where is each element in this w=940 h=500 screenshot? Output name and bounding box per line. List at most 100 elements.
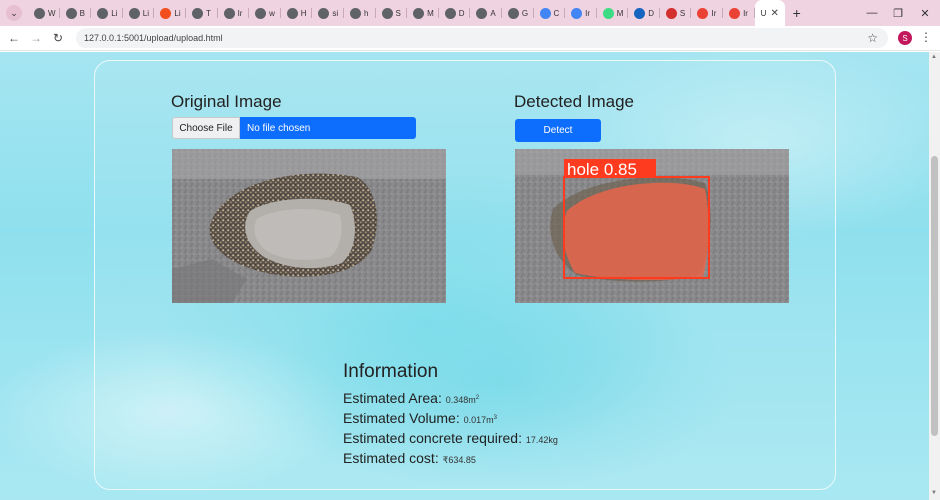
tab-label: h: [363, 8, 369, 18]
globe-icon: [507, 7, 519, 19]
scroll-up-icon[interactable]: ▲: [931, 54, 937, 60]
estimated-cost-row: Estimated cost: ₹634.85: [343, 449, 703, 469]
browser-tab[interactable]: G: [502, 0, 534, 26]
globe-icon: [255, 7, 267, 19]
address-bar[interactable]: ⓘ 127.0.0.1:5001/upload/upload.html ☆: [76, 28, 888, 340]
browser-tab[interactable]: M: [597, 0, 629, 26]
tab-label: S: [395, 8, 401, 18]
browser-toolbar: ← → ↻ ⓘ 127.0.0.1:5001/upload/upload.htm…: [0, 26, 940, 340]
record-icon: [665, 7, 677, 19]
choose-file-button[interactable]: Choose File: [172, 117, 240, 139]
tab-search-icon[interactable]: ⌄: [6, 5, 22, 21]
browser-tab[interactable]: h: [344, 0, 376, 26]
browser-tab[interactable]: W: [28, 0, 60, 26]
tab-label: Ir: [711, 8, 717, 18]
new-tab-icon[interactable]: +: [793, 5, 801, 21]
tab-label: Li: [142, 8, 150, 18]
globe-icon: [65, 7, 77, 19]
url-text: 127.0.0.1:5001/upload/upload.html: [84, 33, 223, 43]
tab-label: C: [553, 8, 560, 18]
window-close-icon[interactable]: ✕: [911, 0, 939, 26]
bookmark-star-icon[interactable]: ☆: [867, 31, 878, 45]
globe-icon: [97, 7, 109, 19]
browser-tab[interactable]: C: [534, 0, 566, 26]
detect-button[interactable]: Detect: [515, 119, 601, 142]
estimated-cost-label: Estimated cost:: [343, 450, 439, 466]
forward-icon[interactable]: →: [25, 27, 47, 49]
back-icon[interactable]: ←: [3, 27, 25, 49]
estimated-area-value: 0.348m2: [445, 395, 480, 405]
tab-label: G: [521, 8, 529, 18]
estimated-concrete-row: Estimated concrete required: 17.42kg: [343, 429, 703, 449]
globe-icon: [349, 7, 361, 19]
estimated-cost-value: ₹634.85: [442, 455, 476, 465]
estimated-volume-row: Estimated Volume: 0.017m3: [343, 409, 703, 429]
file-input[interactable]: Choose File No file chosen: [172, 117, 416, 139]
globe-icon: [318, 7, 330, 19]
browser-tab[interactable]: B: [60, 0, 92, 26]
gmail-icon: [697, 7, 709, 19]
figma-icon: [160, 7, 172, 19]
scroll-thumb[interactable]: [931, 156, 938, 436]
browser-tab[interactable]: Ir: [723, 0, 755, 26]
globe-icon: [476, 7, 488, 19]
file-status-text: No file chosen: [240, 117, 416, 139]
menu-kebab-icon[interactable]: ⋮: [920, 30, 932, 44]
browser-tab[interactable]: T: [186, 0, 218, 26]
tab-label: Li: [174, 8, 181, 18]
tab-label: U: [760, 8, 767, 18]
browser-tab[interactable]: Li: [154, 0, 186, 26]
page-viewport: Original Image Detected Image Choose Fil…: [0, 52, 929, 500]
tab-label: D: [648, 8, 655, 18]
gmail-icon: [729, 7, 741, 19]
globe-icon: [381, 7, 393, 19]
browser-tab[interactable]: Li: [91, 0, 123, 26]
browser-tab[interactable]: Li: [123, 0, 155, 26]
browser-tab[interactable]: Ir: [691, 0, 723, 26]
browser-tab[interactable]: S: [660, 0, 692, 26]
browser-tab[interactable]: A: [470, 0, 502, 26]
browser-tab[interactable]: D: [439, 0, 471, 26]
tab-label: A: [490, 8, 496, 18]
page-scrollbar[interactable]: ▲ ▼: [929, 52, 940, 500]
scroll-down-icon[interactable]: ▼: [931, 490, 937, 496]
tab-label: S: [679, 8, 686, 18]
profile-avatar[interactable]: S: [898, 31, 912, 45]
globe-icon: [413, 7, 425, 19]
tab-close-icon[interactable]: ✕: [770, 8, 778, 19]
reload-icon[interactable]: ↻: [47, 27, 69, 49]
browser-tab[interactable]: Ir: [565, 0, 597, 26]
detected-pothole-image: hole 0.85: [515, 149, 789, 303]
browser-tab[interactable]: M: [407, 0, 439, 26]
android-icon: [602, 7, 614, 19]
tab-label: M: [616, 8, 624, 18]
restore-icon[interactable]: ❐: [884, 0, 912, 26]
estimated-volume-label: Estimated Volume:: [343, 410, 460, 426]
browser-tab[interactable]: S: [376, 0, 408, 26]
information-heading: Information: [343, 361, 439, 382]
content-card: Original Image Detected Image Choose Fil…: [94, 60, 836, 490]
globe-icon: [286, 7, 298, 19]
information-section: Information Estimated Area: 0.348m2 Esti…: [343, 361, 703, 469]
tab-label: si: [332, 8, 339, 18]
globe-icon: [128, 7, 140, 19]
tab-label: W: [48, 8, 56, 18]
active-browser-tab[interactable]: U ✕: [754, 0, 785, 26]
browser-tab[interactable]: si: [312, 0, 344, 26]
browser-tab[interactable]: Ir: [218, 0, 250, 26]
browser-tab[interactable]: D: [628, 0, 660, 26]
globe-icon: [34, 7, 45, 19]
tab-label: B: [79, 8, 85, 18]
tab-strip: ⌄ W B Li Li Li T Ir w Hsi h S M D A G C Ir M D S Ir Ir U ✕ +: [0, 0, 940, 26]
browser-tab[interactable]: w: [249, 0, 281, 26]
original-pothole-image: [172, 149, 446, 303]
estimated-area-label: Estimated Area:: [343, 390, 442, 406]
tab-label: D: [458, 8, 465, 18]
tab-label: T: [205, 8, 211, 18]
estimated-concrete-value: 17.42kg: [525, 435, 558, 445]
browser-tab[interactable]: H: [281, 0, 313, 26]
tab-label: M: [427, 8, 434, 18]
minimize-icon[interactable]: —: [858, 0, 886, 26]
tab-list: W B Li Li Li T Ir w Hsi h S M D A G C Ir M D S Ir Ir U ✕: [28, 0, 785, 26]
estimated-area-row: Estimated Area: 0.348m2: [343, 389, 703, 409]
